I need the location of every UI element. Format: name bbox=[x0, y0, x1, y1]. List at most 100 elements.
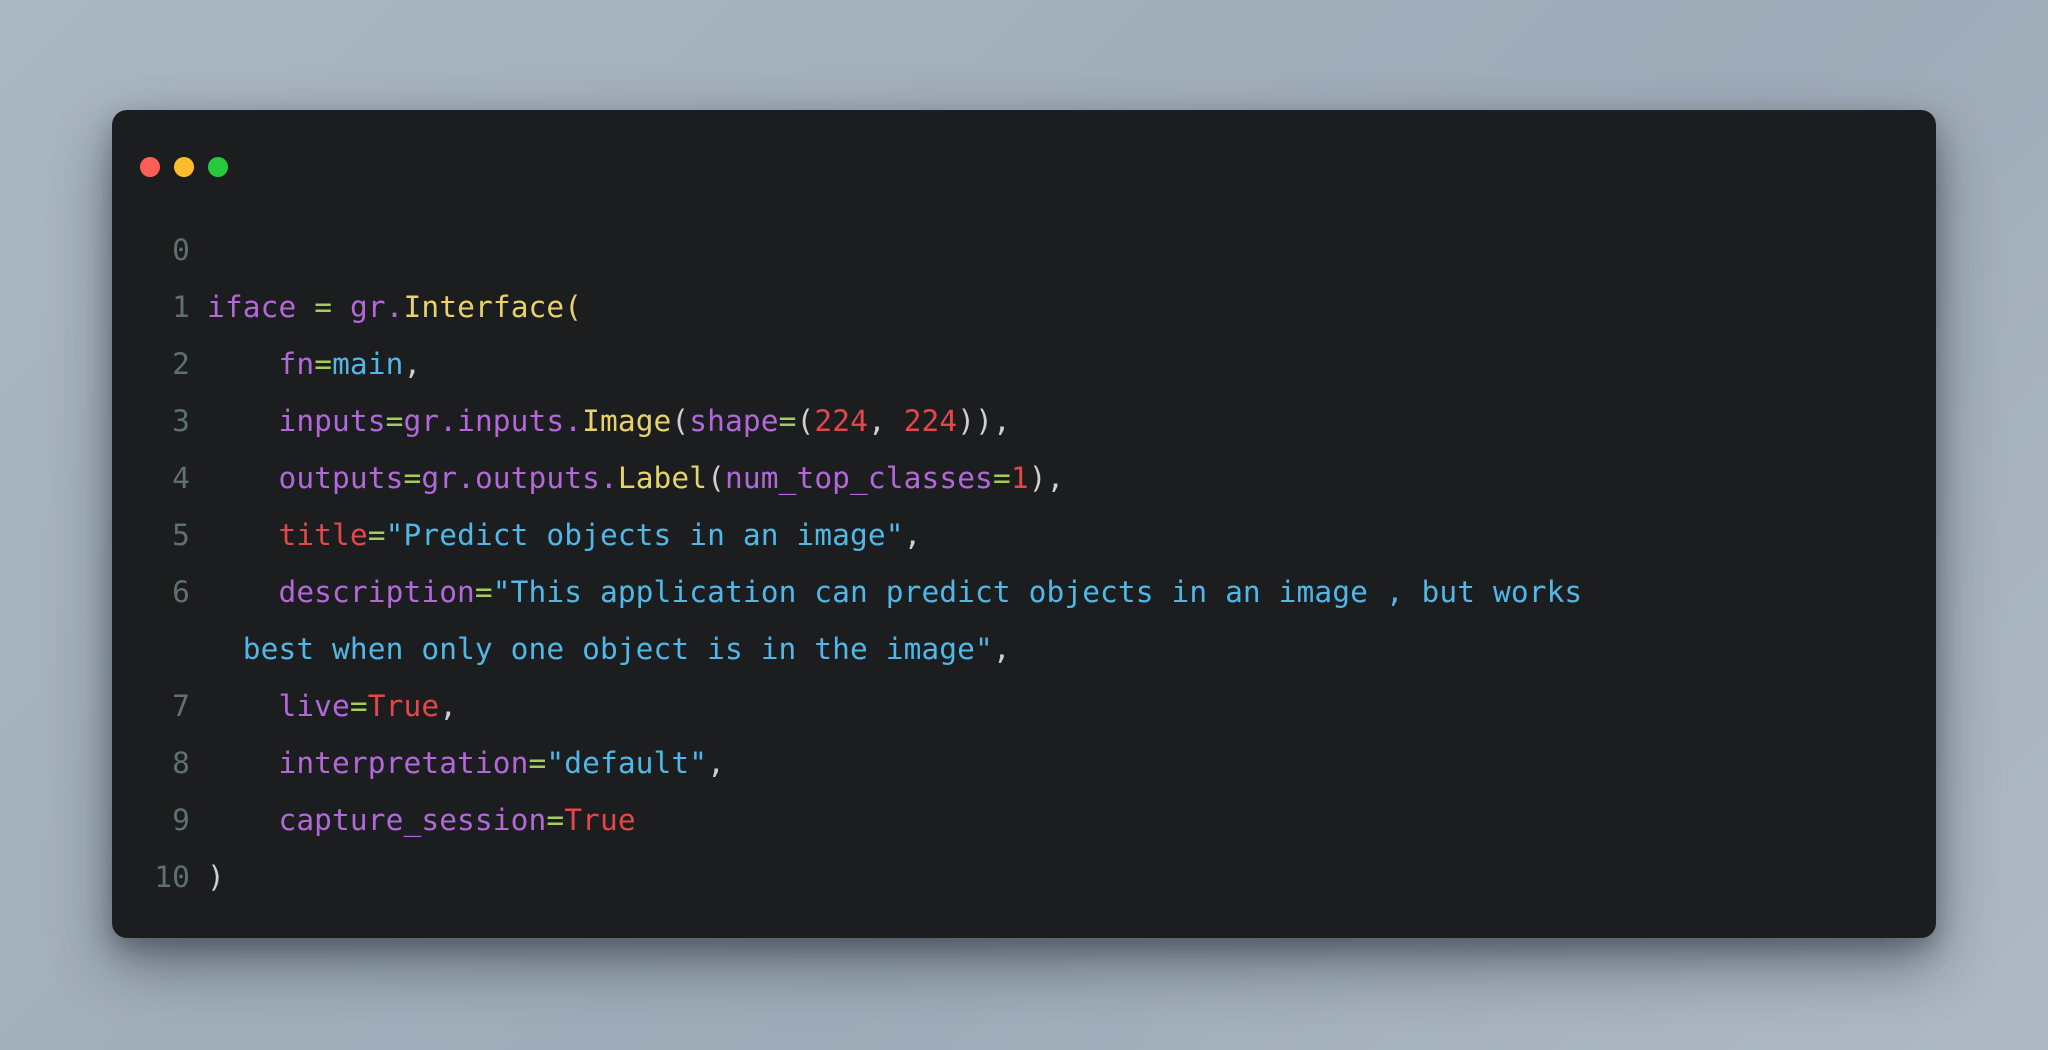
token-string: "This application can predict objects in… bbox=[492, 575, 1583, 609]
line-content: live=True, bbox=[190, 678, 1936, 735]
line-number: 6 bbox=[172, 575, 190, 609]
token-class: Image bbox=[582, 404, 672, 438]
line-number: 5 bbox=[172, 518, 190, 552]
code-line: 3 inputs=gr.inputs.Image(shape=(224, 224… bbox=[112, 393, 1936, 450]
token-operator: = bbox=[349, 689, 368, 723]
line-content: title="Predict objects in an image", bbox=[190, 507, 1936, 564]
line-content: fn=main, bbox=[190, 336, 1936, 393]
token-keyword-arg: shape bbox=[689, 404, 779, 438]
token-variable: iface bbox=[207, 290, 297, 324]
code-line: 10 ) bbox=[112, 849, 1936, 906]
token-class: Label bbox=[617, 461, 708, 495]
token-operator: = bbox=[546, 803, 565, 837]
token-attribute: outputs bbox=[278, 461, 404, 495]
code-line-wrapped: best when only one object is in the imag… bbox=[112, 621, 1936, 678]
token-operator: = bbox=[778, 404, 797, 438]
code-line: 9 capture_session=True bbox=[112, 792, 1936, 849]
code-line: 2 fn=main, bbox=[112, 336, 1936, 393]
minimize-dot-icon[interactable] bbox=[174, 157, 194, 177]
token-comma: , bbox=[439, 689, 458, 723]
token-attribute: title bbox=[278, 518, 368, 552]
line-number: 8 bbox=[172, 746, 190, 780]
line-content: description="This application can predic… bbox=[190, 564, 1936, 621]
line-number: 3 bbox=[172, 404, 190, 438]
token-operator: = bbox=[992, 461, 1011, 495]
token-close-paren: ) bbox=[207, 860, 225, 894]
token-string: "Predict objects in an image" bbox=[385, 518, 904, 552]
line-number: 4 bbox=[172, 461, 190, 495]
token-paren: ( bbox=[671, 404, 690, 438]
line-number: 1 bbox=[172, 290, 190, 324]
token-operator: = bbox=[314, 290, 333, 324]
line-number: 9 bbox=[172, 803, 190, 837]
token-attribute: description bbox=[278, 575, 475, 609]
code-line: 0 bbox=[112, 222, 1936, 279]
token-module: gr.inputs. bbox=[403, 404, 583, 438]
token-string: best when only one object is in the imag… bbox=[242, 632, 993, 666]
code-block: 0 1 iface = gr.Interface( 2 fn=main, 3 i… bbox=[112, 182, 1936, 906]
token-operator: = bbox=[528, 746, 547, 780]
token-attribute: capture_session bbox=[278, 803, 547, 837]
code-line: 5 title="Predict objects in an image", bbox=[112, 507, 1936, 564]
token-operator: = bbox=[314, 347, 333, 381]
token-comma: , bbox=[707, 746, 725, 780]
token-keyword: True bbox=[367, 689, 440, 723]
token-attribute: inputs bbox=[278, 404, 386, 438]
token-operator: = bbox=[367, 518, 386, 552]
line-content: best when only one object is in the imag… bbox=[190, 621, 1936, 678]
code-line: 6 description="This application can pred… bbox=[112, 564, 1936, 621]
token-attribute: interpretation bbox=[278, 746, 529, 780]
close-dot-icon[interactable] bbox=[140, 157, 160, 177]
token-attribute: fn bbox=[278, 347, 315, 381]
token-attribute: live bbox=[278, 689, 350, 723]
code-line: 1 iface = gr.Interface( bbox=[112, 279, 1936, 336]
line-content: ) bbox=[190, 849, 1936, 906]
token-class: Interface bbox=[403, 290, 565, 324]
line-content: inputs=gr.inputs.Image(shape=(224, 224))… bbox=[190, 393, 1936, 450]
code-line: 7 live=True, bbox=[112, 678, 1936, 735]
token-module: gr.outputs. bbox=[421, 461, 618, 495]
line-number: 0 bbox=[172, 233, 190, 267]
token-operator: = bbox=[385, 404, 404, 438]
token-string: "default" bbox=[546, 746, 708, 780]
line-content: outputs=gr.outputs.Label(num_top_classes… bbox=[190, 450, 1936, 507]
line-content: iface = gr.Interface( bbox=[190, 279, 1936, 336]
token-module: gr. bbox=[349, 290, 404, 324]
window-title-bar bbox=[112, 136, 1936, 182]
token-keyword-arg: num_top_classes bbox=[725, 461, 993, 495]
maximize-dot-icon[interactable] bbox=[208, 157, 228, 177]
token-comma: , bbox=[403, 347, 422, 381]
token-number: 224 bbox=[903, 404, 958, 438]
token-comma: , bbox=[992, 632, 1011, 666]
token-keyword: True bbox=[564, 803, 636, 837]
token-comma: , bbox=[903, 518, 922, 552]
line-number: 10 bbox=[154, 860, 190, 894]
token-operator: = bbox=[403, 461, 422, 495]
token-paren: ( bbox=[564, 290, 583, 324]
token-close: ), bbox=[1028, 461, 1065, 495]
line-number: 7 bbox=[172, 689, 190, 723]
line-content: interpretation="default", bbox=[190, 735, 1936, 792]
token-number: 1 bbox=[1010, 461, 1029, 495]
token-value: main bbox=[332, 347, 404, 381]
token-comma: , bbox=[867, 404, 904, 438]
code-line: 8 interpretation="default", bbox=[112, 735, 1936, 792]
token-number: 224 bbox=[814, 404, 868, 438]
code-screenshot-window: 0 1 iface = gr.Interface( 2 fn=main, 3 i… bbox=[112, 110, 1936, 938]
code-line: 4 outputs=gr.outputs.Label(num_top_class… bbox=[112, 450, 1936, 507]
token-paren: ( bbox=[707, 461, 726, 495]
token-paren: ( bbox=[796, 404, 815, 438]
line-number: 2 bbox=[172, 347, 190, 381]
token-operator: = bbox=[474, 575, 493, 609]
